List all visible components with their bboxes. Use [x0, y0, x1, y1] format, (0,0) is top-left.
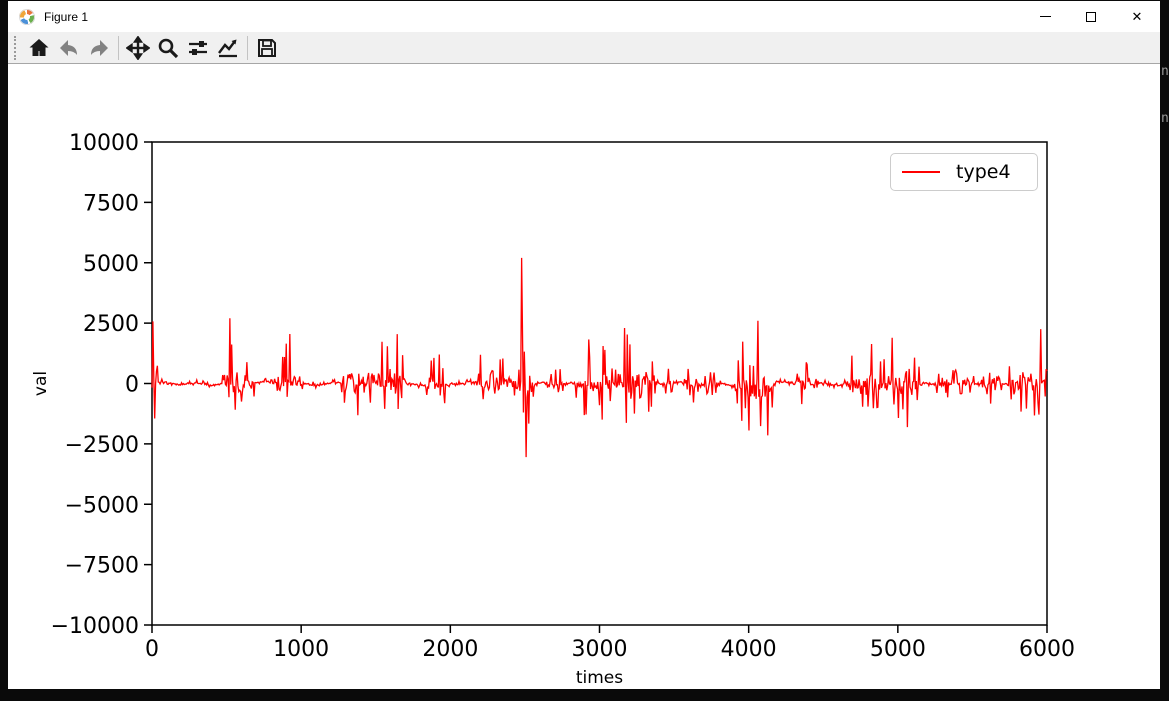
y-tick-label: −7500	[65, 554, 139, 579]
y-tick-label: 0	[125, 373, 139, 398]
y-tick-label: −10000	[51, 614, 139, 639]
toolbar-separator	[247, 36, 248, 60]
x-tick-label: 3000	[572, 637, 628, 662]
x-tick-label: 2000	[422, 637, 478, 662]
legend-entry-label: type4	[956, 161, 1011, 183]
toolbar-separator	[118, 36, 119, 60]
back-button[interactable]	[54, 34, 84, 62]
background-terminal-glyph: n	[1161, 111, 1169, 126]
arrow-left-icon	[57, 36, 81, 60]
x-axis-label: times	[576, 668, 623, 688]
edit-axes-button[interactable]	[213, 34, 243, 62]
magnifier-icon	[156, 36, 180, 60]
series-line-type4	[152, 258, 1047, 457]
home-icon	[27, 36, 51, 60]
minimize-button[interactable]	[1022, 1, 1068, 32]
forward-button[interactable]	[84, 34, 114, 62]
close-icon: ✕	[1132, 10, 1143, 23]
maximize-button[interactable]	[1068, 1, 1114, 32]
titlebar[interactable]: Figure 1 ✕	[8, 1, 1160, 32]
maximize-icon	[1086, 12, 1096, 22]
close-button[interactable]: ✕	[1114, 1, 1160, 32]
figure-canvas: 100007500500025000−2500−5000−7500−100000…	[8, 65, 1160, 689]
toolbar-grip[interactable]	[14, 36, 18, 60]
y-axis-label: val	[31, 371, 51, 396]
move-arrows-icon	[126, 36, 150, 60]
line-chart-icon	[216, 36, 240, 60]
matplotlib-logo-icon	[19, 9, 35, 25]
y-tick-label: −5000	[65, 493, 139, 518]
y-tick-label: 2500	[83, 312, 139, 337]
legend-line-sample	[902, 171, 940, 173]
x-tick-label: 0	[145, 637, 159, 662]
x-tick-label: 1000	[273, 637, 329, 662]
arrow-right-icon	[87, 36, 111, 60]
navigation-toolbar	[8, 32, 1160, 64]
home-button[interactable]	[24, 34, 54, 62]
y-tick-label: 7500	[83, 191, 139, 216]
window-controls: ✕	[1022, 1, 1160, 32]
y-tick-label: 5000	[83, 252, 139, 277]
zoom-button[interactable]	[153, 34, 183, 62]
floppy-disk-icon	[255, 36, 279, 60]
y-tick-label: −2500	[65, 433, 139, 458]
background-terminal-glyph: n	[1161, 64, 1169, 79]
configure-subplots-button[interactable]	[183, 34, 213, 62]
x-tick-label: 6000	[1019, 637, 1075, 662]
x-tick-label: 4000	[721, 637, 777, 662]
window-title: Figure 1	[44, 10, 88, 24]
sliders-icon	[186, 36, 210, 60]
save-button[interactable]	[252, 34, 282, 62]
figure-window: Figure 1 ✕	[8, 1, 1160, 689]
pan-button[interactable]	[123, 34, 153, 62]
y-tick-label: 10000	[69, 131, 139, 156]
minimize-icon	[1040, 16, 1051, 17]
x-tick-label: 5000	[870, 637, 926, 662]
legend: type4	[890, 153, 1038, 191]
